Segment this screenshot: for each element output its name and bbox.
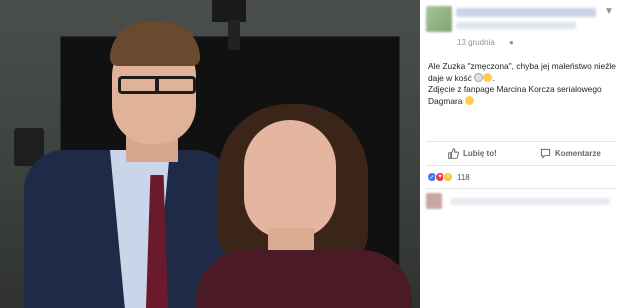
reactions-summary[interactable]: ✓ ♥ o 118 bbox=[427, 172, 470, 182]
post-text-line: daje w kość . bbox=[428, 72, 620, 85]
author-name-blurred[interactable] bbox=[456, 8, 596, 17]
man-glasses bbox=[118, 76, 196, 94]
sweat-smile-emoji-icon bbox=[483, 72, 493, 82]
like-button[interactable]: Lubię to! bbox=[448, 144, 497, 162]
post-sidebar: ▼ 13 grudnia ● Ale Zuzka "zmęczona", chy… bbox=[420, 0, 620, 308]
comment-button-label: Komentarze bbox=[555, 148, 601, 158]
reaction-count[interactable]: 118 bbox=[457, 173, 470, 182]
like-button-label: Lubię to! bbox=[463, 148, 497, 158]
commenter-avatar[interactable] bbox=[426, 193, 442, 209]
comment-icon bbox=[540, 148, 551, 159]
post-text-line: Ale Zuzka "zmęczona", chyba jej maleństw… bbox=[428, 61, 616, 71]
post-text: Ale Zuzka "zmęczona", chyba jej maleństw… bbox=[428, 61, 620, 107]
post-text-line: Dagmara bbox=[428, 95, 620, 108]
post-text-fragment: Dagmara bbox=[428, 95, 463, 106]
comment-button[interactable]: Komentarze bbox=[540, 144, 601, 162]
author-subtitle-blurred bbox=[456, 22, 576, 29]
author-avatar[interactable] bbox=[426, 6, 452, 32]
comment-text-blurred bbox=[450, 198, 610, 205]
man-hair bbox=[110, 22, 200, 66]
post-actions: Lubię to! Komentarze bbox=[420, 144, 620, 162]
thumbs-up-icon bbox=[448, 147, 459, 159]
woman-robe bbox=[196, 250, 412, 308]
sweat-smile-emoji-icon bbox=[464, 95, 474, 105]
divider bbox=[426, 141, 616, 142]
wow-reaction-icon: o bbox=[443, 172, 453, 182]
scream-emoji-icon bbox=[474, 72, 484, 82]
post-photo[interactable] bbox=[0, 0, 420, 308]
post-header: ▼ 13 grudnia ● bbox=[420, 0, 620, 54]
post-text-line: Zdjęcie z fanpage Marcina Korcza serialo… bbox=[428, 84, 602, 94]
post-date[interactable]: 13 grudnia bbox=[457, 38, 495, 47]
post-text-fragment: . bbox=[492, 72, 495, 83]
chevron-down-icon[interactable]: ▼ bbox=[604, 6, 614, 17]
ceiling-camera bbox=[212, 0, 246, 22]
post-text-fragment: daje w kość bbox=[428, 72, 472, 83]
divider bbox=[426, 188, 616, 189]
divider bbox=[426, 165, 616, 166]
ceiling-mount bbox=[228, 20, 240, 50]
globe-icon: ● bbox=[509, 38, 514, 47]
woman-face bbox=[244, 120, 336, 238]
